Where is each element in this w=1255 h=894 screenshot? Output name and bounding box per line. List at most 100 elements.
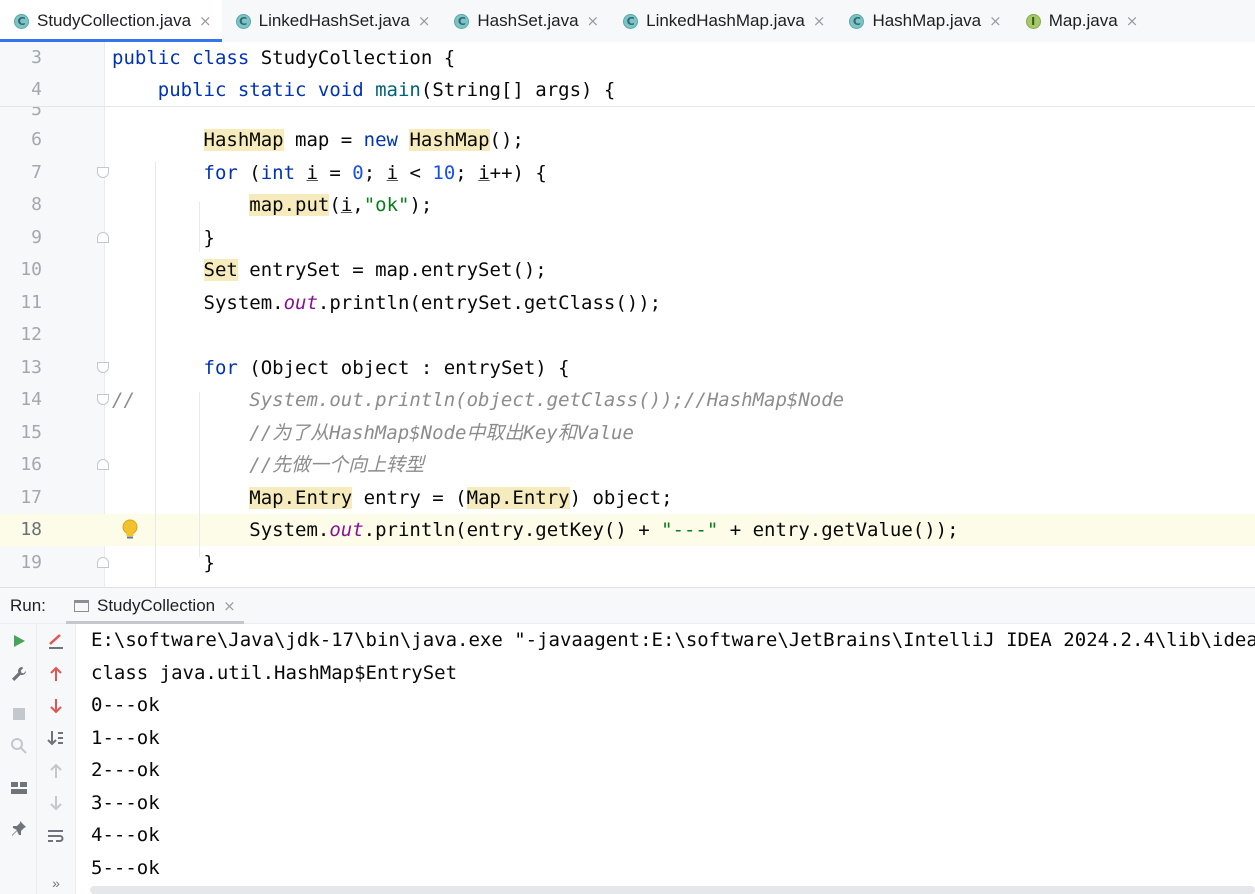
editor-tab[interactable]: C HashMap.java × (835, 0, 1011, 42)
close-icon[interactable]: × (1126, 12, 1139, 30)
class-icon: C (623, 13, 639, 29)
code-token: HashMap (203, 129, 284, 151)
code-token: Map.Entry (249, 487, 353, 509)
sort-icon[interactable] (45, 727, 67, 749)
code-editor[interactable]: 56 HashMap map = new HashMap(); 7 for (in… (0, 42, 1255, 587)
arrow-down-icon[interactable] (45, 695, 67, 717)
code-line[interactable]: 10 Set entrySet = map.entrySet(); (0, 254, 1255, 286)
code-line[interactable]: 17 Map.Entry entry = (Map.Entry) object; (0, 482, 1255, 514)
code-token: main (375, 79, 421, 101)
arrow-up-icon[interactable] (45, 663, 67, 685)
code-token: ) object; (569, 487, 673, 509)
code-token: i (478, 162, 490, 184)
code-token: 10 (432, 162, 456, 184)
code-text: System.out.println(entry.getKey() + "---… (112, 514, 958, 546)
code-line[interactable]: 3 public class StudyCollection { (0, 42, 1255, 74)
code-text: System.out.println(entrySet.getClass()); (112, 287, 662, 319)
code-line[interactable]: 9 } (0, 222, 1255, 254)
code-line[interactable]: 19 } (0, 547, 1255, 579)
layout-icon[interactable] (8, 777, 30, 799)
code-line[interactable]: 11 System.out.println(entrySet.getClass(… (0, 287, 1255, 319)
code-token: //为了从HashMap$Node中取出Key和Value (249, 422, 634, 444)
code-token: HashMap (409, 129, 490, 151)
close-icon[interactable]: × (199, 12, 212, 30)
scroll-down-icon[interactable] (45, 792, 67, 814)
code-token: new (363, 129, 410, 151)
soft-wrap-icon[interactable] (45, 825, 67, 847)
close-icon[interactable]: × (418, 12, 431, 30)
line-number: 17 (20, 487, 42, 508)
editor-tab[interactable]: I Map.java × (1012, 0, 1149, 42)
code-token: , (352, 194, 364, 216)
line-number: 15 (20, 422, 42, 443)
code-text: public static void main(String[] args) { (112, 74, 616, 106)
editor-tab[interactable]: C LinkedHashSet.java × (222, 0, 441, 42)
console-line: E:\software\Java\jdk-17\bin\java.exe "-j… (91, 629, 1255, 651)
sticky-scroll-header[interactable]: 3 public class StudyCollection {4 public … (0, 42, 1255, 107)
code-text: //为了从HashMap$Node中取出Key和Value (112, 417, 634, 449)
line-number: 3 (31, 47, 42, 68)
code-token: public static void (157, 79, 376, 101)
code-line[interactable]: 13 for (Object object : entrySet) { (0, 352, 1255, 384)
code-line[interactable]: 7 for (int i = 0; i < 10; i++) { (0, 157, 1255, 189)
code-token: ( (329, 194, 341, 216)
code-line[interactable]: 16 //先做一个向上转型 (0, 449, 1255, 481)
tab-label: Map.java (1048, 11, 1118, 30)
code-line[interactable]: 6 HashMap map = new HashMap(); (0, 124, 1255, 156)
horizontal-scrollbar[interactable] (90, 886, 1255, 894)
code-token: Map.Entry (466, 487, 570, 509)
code-text: public class StudyCollection { (112, 42, 455, 74)
indent-guide (155, 162, 156, 587)
code-token: (String[] args) { (420, 79, 616, 101)
more-tools-button[interactable]: » (45, 872, 67, 894)
code-token: ); (409, 194, 433, 216)
code-token: // System.out.println(object.getClass())… (112, 389, 845, 411)
debug-search-icon[interactable] (8, 735, 30, 757)
run-tab-studycollection[interactable]: StudyCollection × (66, 588, 244, 624)
pin-icon[interactable] (8, 818, 30, 840)
line-number: 10 (20, 259, 42, 280)
code-line[interactable]: 4 public static void main(String[] args)… (0, 74, 1255, 106)
console-output[interactable]: E:\software\Java\jdk-17\bin\java.exe "-j… (76, 624, 1255, 894)
code-line[interactable]: 15 //为了从HashMap$Node中取出Key和Value (0, 417, 1255, 449)
indent-guide (199, 392, 200, 557)
tab-label: LinkedHashMap.java (646, 11, 805, 30)
code-token: i (306, 162, 318, 184)
code-line[interactable]: 14 // System.out.println(object.getClass(… (0, 384, 1255, 416)
code-token: StudyCollection { (260, 47, 456, 69)
console-line: 0---ok (91, 694, 160, 716)
code-line[interactable]: 12 (0, 319, 1255, 351)
line-number: 4 (31, 79, 42, 100)
line-number: 9 (31, 227, 42, 248)
code-token: = (317, 162, 353, 184)
close-icon[interactable]: × (989, 12, 1002, 30)
stop-icon[interactable] (8, 703, 30, 725)
editor-tab[interactable]: C StudyCollection.java × (0, 0, 222, 42)
run-label: Run: (10, 595, 46, 615)
editor-tab[interactable]: C LinkedHashMap.java × (609, 0, 835, 42)
code-line[interactable]: 8 map.put(i,"ok"); (0, 189, 1255, 221)
code-token: "---" (661, 519, 719, 541)
clear-output-icon[interactable] (45, 630, 67, 652)
rerun-icon[interactable] (8, 630, 30, 652)
code-token: map = (283, 129, 364, 151)
close-icon[interactable]: × (587, 12, 600, 30)
console-line: 5---ok (91, 857, 160, 879)
code-token: i (386, 162, 399, 184)
lightbulb-icon[interactable] (121, 519, 139, 541)
close-icon[interactable]: × (223, 597, 236, 615)
class-icon: C (235, 13, 251, 29)
code-token: int (260, 162, 307, 184)
wrench-icon[interactable] (8, 663, 30, 685)
editor-tab[interactable]: C HashSet.java × (440, 0, 609, 42)
code-line[interactable]: 18 System.out.println(entry.getKey() + "… (0, 514, 1255, 546)
close-icon[interactable]: × (813, 12, 826, 30)
code-text: for (int i = 0; i < 10; i++) { (112, 157, 547, 189)
scroll-up-icon[interactable] (45, 760, 67, 782)
line-number: 13 (20, 357, 42, 378)
